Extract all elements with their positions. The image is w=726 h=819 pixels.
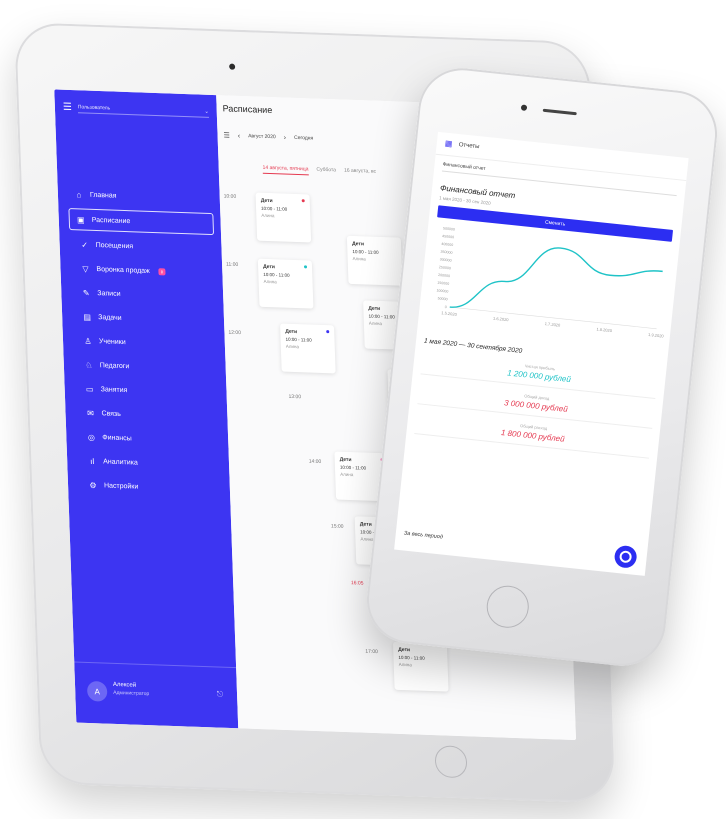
y-tick-label: 450000 <box>442 234 454 239</box>
x-tick-label: 1.5.2020 <box>441 310 458 317</box>
phone-title: Отчеты <box>458 142 480 151</box>
phone-screen: ▦ Отчеты Финансовый отчет Финансовый отч… <box>394 131 689 576</box>
circle-icon <box>619 550 633 564</box>
status-dot <box>301 199 305 203</box>
status-dot <box>326 330 330 334</box>
calendar-icon: ▣ <box>76 214 85 225</box>
tab-day-3[interactable]: 16 августа, вс <box>344 168 376 178</box>
y-tick-label: 300000 <box>439 257 451 262</box>
tab-day-1[interactable]: 14 августа, пятница <box>262 164 309 176</box>
schedule-slot[interactable]: Дети 10:00 - 11:00 Алина <box>255 192 312 243</box>
schedule-slot[interactable]: Дети 10:00 - 11:00 Алина <box>280 323 336 374</box>
user-icon: ♙ <box>84 336 92 346</box>
finance-line-chart: 5000004500004000003500003000002500002000… <box>436 226 665 339</box>
time-label: 14:00 <box>308 458 322 466</box>
logout-icon[interactable]: ⎋ <box>217 689 224 699</box>
reports-icon[interactable]: ▦ <box>444 139 453 149</box>
tasks-icon: ▤ <box>83 312 92 322</box>
sidebar-item-schedule[interactable]: ▣ Расписание <box>68 208 215 236</box>
schedule-slot[interactable]: Дети 10:00 - 11:00 Алина <box>346 235 403 286</box>
phone-home-button[interactable] <box>484 583 531 630</box>
y-tick-label: 200000 <box>438 273 450 278</box>
user-name: Алексей <box>112 681 137 689</box>
today-button[interactable]: Сегодня <box>294 135 313 142</box>
schedule-slot[interactable]: Дети 10:00 - 11:00 Алина <box>257 258 314 309</box>
tab-day-2[interactable]: Суббота <box>316 167 336 177</box>
time-label: 17:00 <box>365 648 378 656</box>
phone-device: ▦ Отчеты Финансовый отчет Финансовый отч… <box>362 63 722 671</box>
sidebar-item-settings[interactable]: ⚙ Настройки <box>78 472 224 501</box>
check-icon: ✓ <box>81 239 89 250</box>
user-role: Администратор <box>113 689 150 698</box>
all-time-label[interactable]: За весь период <box>404 530 444 540</box>
page-title: Расписание <box>222 103 273 116</box>
teacher-icon: ♘ <box>85 360 93 370</box>
sidebar-footer: А Алексей Администратор ⎋ <box>74 661 239 729</box>
time-label: 10:00 <box>223 193 237 200</box>
funnel-badge: 8 <box>158 267 166 275</box>
menu-icon[interactable]: ☰ <box>223 131 230 139</box>
status-dot <box>303 265 308 269</box>
mail-icon: ✉ <box>86 408 95 418</box>
funnel-icon: ▽ <box>82 264 89 274</box>
y-tick-label: 250000 <box>439 265 451 270</box>
home-icon: ⌂ <box>76 189 82 199</box>
phone-camera <box>520 104 528 111</box>
settings-icon: ⚙ <box>89 480 97 490</box>
x-tick-label: 1.9.2020 <box>648 332 665 339</box>
chevron-down-icon: ⌄ <box>204 108 209 115</box>
briefcase-icon: ▭ <box>85 384 94 394</box>
y-tick-label: 50000 <box>437 296 447 301</box>
y-tick-label: 400000 <box>441 242 453 247</box>
user-info: Алексей Администратор <box>113 682 150 697</box>
user-select[interactable]: Пользователь ⌄ <box>77 103 209 118</box>
phone-speaker <box>542 108 577 116</box>
month-label: Август 2020 <box>248 133 276 141</box>
x-tick-label: 1.7.2020 <box>545 321 562 328</box>
analytics-icon: ıl <box>90 456 95 466</box>
y-tick-label: 350000 <box>440 250 452 255</box>
time-label: 12:00 <box>228 329 242 337</box>
tablet-camera <box>229 63 236 70</box>
sidebar-menu: ⌂ Главная ▣ Расписание ✓ Посещения ▽ Вор… <box>67 182 223 502</box>
fab-button[interactable] <box>613 544 638 569</box>
money-icon: ◎ <box>87 432 95 442</box>
day-tabs: 14 августа, пятница Суббота 16 августа, … <box>262 164 377 178</box>
time-label: 15:00 <box>330 523 344 530</box>
x-tick-label: 1.8.2020 <box>596 327 613 334</box>
y-tick-label: 150000 <box>437 281 449 286</box>
y-tick-label: 0 <box>445 305 447 309</box>
y-tick-label: 500000 <box>443 226 455 231</box>
sidebar-item-home[interactable]: ⌂ Главная <box>67 182 213 211</box>
time-label: 13:00 <box>288 393 302 401</box>
tablet-home-button[interactable] <box>434 745 468 779</box>
avatar[interactable]: А <box>86 680 108 702</box>
schedule-slot[interactable]: Дети 10:00 - 11:00 Алина <box>392 641 449 692</box>
hamburger-menu-icon[interactable]: ☰ <box>63 102 72 113</box>
series-line <box>449 247 663 308</box>
edit-icon: ✎ <box>82 288 90 298</box>
prev-arrow-icon[interactable]: ‹ <box>238 132 241 139</box>
time-label: 11:00 <box>225 261 239 268</box>
current-time: 16:05 <box>350 580 364 587</box>
sidebar-top: ☰ Пользователь ⌄ <box>63 102 209 119</box>
next-arrow-icon[interactable]: › <box>284 134 287 141</box>
y-tick-label: 100000 <box>436 288 448 293</box>
x-tick-label: 1.6.2020 <box>493 316 510 323</box>
sidebar: ☰ Пользователь ⌄ ⌂ Главная ▣ Расписание … <box>54 89 239 729</box>
